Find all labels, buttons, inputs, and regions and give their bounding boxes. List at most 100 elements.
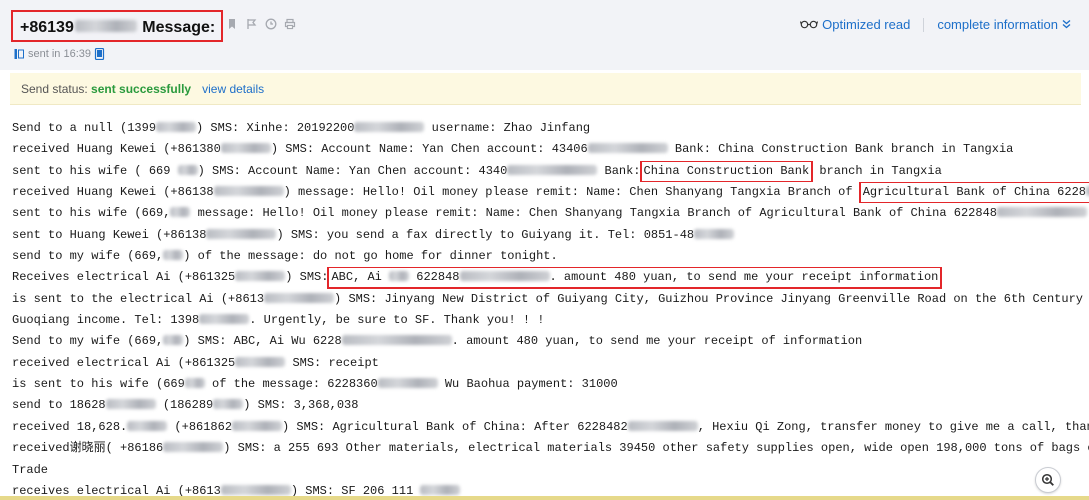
message-line: sent to his wife ( 669 ) SMS: Account Na… <box>12 160 1089 183</box>
zoom-in-icon <box>1041 473 1054 486</box>
message-line: received谢晓丽( +86186) SMS: a 255 693 Othe… <box>12 438 1089 459</box>
message-line: received Huang Kewei (+86138 ) message: H… <box>12 182 1089 204</box>
line-text: ) SMS: Jinyang New District of Guiyang C… <box>334 291 1089 306</box>
redacted-text <box>105 399 156 410</box>
line-text: send to 18628 <box>12 398 106 413</box>
message-line: Send to a null (1399 ) SMS: Xinhe: 201922… <box>12 118 1089 139</box>
line-text: is sent to his wife (669 <box>12 377 185 392</box>
message-line: sent to Huang Kewei (+86138) SMS: you se… <box>12 225 1089 246</box>
line-text: sent to his wife (669, <box>12 206 171 221</box>
redacted-text <box>127 420 168 431</box>
message-line: Send to my wife (669,) SMS: ABC, Ai Wu 6… <box>12 331 1089 352</box>
sent-info: sent in 16:39 <box>14 47 105 61</box>
redacted-text <box>220 143 271 154</box>
line-text: received 18,628. <box>12 419 128 434</box>
line-text: ) of the message: do not go home for din… <box>183 249 558 264</box>
glasses-icon <box>800 17 819 32</box>
line-text: ) SMS: Agricultural Bank of China: After… <box>282 419 628 434</box>
line-text: 622848 <box>409 270 460 285</box>
bottom-border <box>0 496 1089 500</box>
line-text: ) SMS: Xinhe: 20192200 <box>196 121 355 135</box>
phone-icon <box>14 48 25 60</box>
view-details-link[interactable]: view details <box>202 82 264 96</box>
message-line: Receives electrical Ai (+861325) SMS: ABC… <box>12 267 1089 289</box>
line-text: Guoqiang income. Tel: 1398 <box>12 313 200 328</box>
clock-icon[interactable] <box>265 18 277 30</box>
redacted-text <box>341 335 452 346</box>
line-text: send to my wife (669, <box>12 249 164 264</box>
subject-prefix: +86139 <box>20 19 74 36</box>
redacted-text <box>996 207 1087 218</box>
line-text: Trade <box>12 462 49 477</box>
redacted-text <box>199 313 250 324</box>
redacted-text <box>235 271 286 282</box>
line-text: sent to his wife ( 669 <box>12 163 178 178</box>
line-text: Send to a null (1399 <box>12 121 157 135</box>
status-value: sent successfully <box>91 82 192 96</box>
redacted-text <box>354 121 425 132</box>
line-text: ) SMS: Account Name: Yan Chen account: 4… <box>270 142 588 157</box>
redacted-text <box>170 207 191 218</box>
redacted-text <box>459 271 550 282</box>
line-text: SMS: receipt <box>285 355 379 370</box>
line-text: message: Hello! Oil money please remit: … <box>190 206 997 221</box>
double-chevron-down-icon[interactable] <box>1062 17 1071 32</box>
line-text: (186289 <box>155 398 214 413</box>
message-line: received Huang Kewei (+861380 ) SMS: Acco… <box>12 139 1089 160</box>
redacted-text <box>694 228 735 239</box>
highlight-box: Agricultural Bank of China 6228 <box>858 182 1089 204</box>
message-body: Send to a null (1399 ) SMS: Xinhe: 201922… <box>12 118 1089 500</box>
line-text: ) message: Hello! Oil money please remit… <box>283 185 860 200</box>
redacted-text <box>232 420 283 431</box>
line-text: ) SMS: ABC, Ai Wu 6228 <box>183 334 342 349</box>
redacted-text <box>163 441 224 452</box>
line-text: . amount 480 yuan, to send me your recei… <box>451 334 863 349</box>
zoom-button[interactable] <box>1035 467 1061 493</box>
line-text: ) SMS: you send a fax directly to Guiyan… <box>276 227 695 242</box>
print-icon[interactable] <box>284 18 296 30</box>
redacted-text <box>235 356 286 367</box>
line-text: received Huang Kewei (+86138 <box>12 185 214 200</box>
sent-time: sent in 16:39 <box>28 48 91 60</box>
bookmark-icon[interactable] <box>227 18 239 30</box>
status-label: Send status: <box>21 82 92 96</box>
redacted-text <box>163 335 184 346</box>
line-text: (+861862 <box>167 419 233 434</box>
complete-information-link[interactable]: complete information <box>937 17 1058 32</box>
line-text: ) SMS: Account Name: Yan Chen account: 4… <box>197 163 508 178</box>
redacted-text <box>206 228 277 239</box>
line-text: received谢晓丽( +86186 <box>12 441 164 456</box>
redacted-text <box>163 249 184 260</box>
message-line: Guoqiang income. Tel: 1398 . Urgently, be… <box>12 310 1089 331</box>
message-line: received 18,628. (+861862 ) SMS: Agricult… <box>12 417 1089 438</box>
line-text: of the message: 6228360 <box>204 377 378 392</box>
flag-icon[interactable] <box>246 18 258 30</box>
line-text: received electrical Ai (+861325 <box>12 355 236 370</box>
line-text: branch in Tangxia <box>812 163 942 178</box>
highlight-box: China Construction Bank <box>639 160 814 183</box>
line-text: . amount 480 yuan, to send me your recei… <box>549 270 939 285</box>
subject-suffix: Message: <box>137 19 216 36</box>
redacted-text <box>420 484 461 495</box>
message-header: +86139 Message: sent in 16:39 Optimized … <box>0 0 1089 70</box>
redacted-text <box>627 420 698 431</box>
line-text: Bank: China Construction Bank branch in … <box>667 142 1014 157</box>
optimized-read-link[interactable]: Optimized read <box>822 17 910 32</box>
line-text: is sent to the electrical Ai (+8613 <box>12 291 265 306</box>
header-action-icons <box>227 18 296 30</box>
redacted-text <box>177 164 198 175</box>
line-text: received Huang Kewei (+861380 <box>12 142 221 157</box>
redacted-text <box>184 377 205 388</box>
line-text: Wu Baohua payment: 31000 <box>437 377 618 392</box>
line-text: Bank: <box>597 163 641 178</box>
message-line: send to my wife (669, ) of the message: d… <box>12 246 1089 267</box>
header-links: Optimized read complete information <box>800 17 1071 32</box>
line-text: Agricultural Bank of China 6228 <box>862 185 1086 200</box>
line-text: China Construction Bank <box>643 163 810 178</box>
line-text: ) SMS: <box>285 270 329 285</box>
redacted-phone <box>74 19 137 32</box>
device-icon <box>94 47 105 61</box>
message-line: sent to his wife (669, message: Hello! O… <box>12 203 1089 224</box>
message-line: received electrical Ai (+861325 SMS: rec… <box>12 353 1089 374</box>
redacted-text <box>156 121 197 132</box>
